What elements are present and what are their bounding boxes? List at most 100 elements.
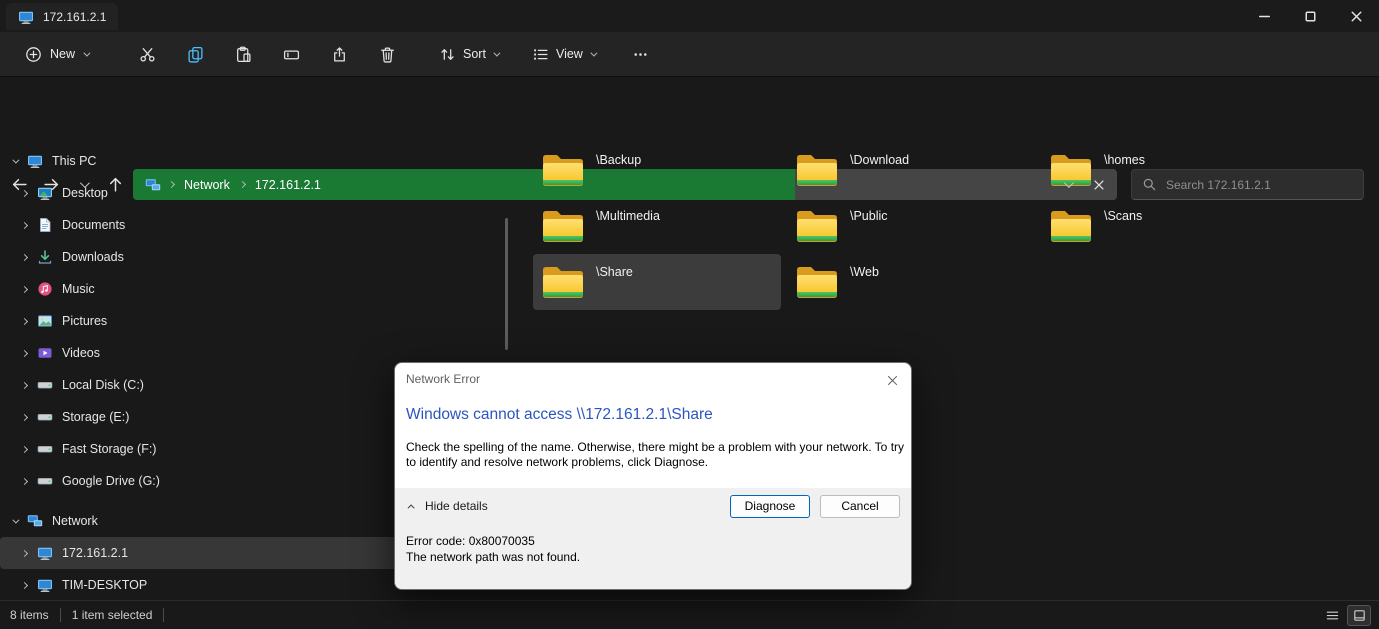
chevron-right-icon: [20, 381, 28, 389]
chevron-right-icon: [20, 189, 28, 197]
share-icon: [333, 46, 345, 62]
folder-icon: [795, 263, 839, 301]
expand-toggle[interactable]: [17, 477, 31, 485]
folder-tile-public[interactable]: \Public: [787, 198, 1035, 254]
chevron-down-icon: [1063, 178, 1074, 189]
sidebar-scrollbar[interactable]: [505, 218, 508, 350]
dialog-footer: Hide details Diagnose Cancel: [395, 488, 911, 524]
expand-toggle[interactable]: [17, 285, 31, 293]
close-icon: [887, 375, 897, 385]
view-icon: [534, 48, 548, 60]
computer-icon: [18, 9, 34, 25]
large-icons-view-button[interactable]: [1347, 605, 1371, 626]
expand-toggle[interactable]: [17, 581, 31, 589]
breadcrumb-network[interactable]: Network: [182, 176, 232, 194]
folder-icon: [541, 263, 585, 301]
details-view-icon: [1326, 611, 1338, 620]
computer-icon: [37, 577, 53, 593]
rename-button[interactable]: [271, 38, 311, 70]
minimize-icon: [1258, 15, 1270, 17]
status-bar: 8 items 1 item selected: [0, 600, 1379, 629]
status-divider: [59, 608, 61, 622]
folder-tile-share[interactable]: \Share: [533, 254, 781, 310]
error-code-text: Error code: 0x80070035: [406, 534, 535, 548]
chevron-right-icon: [20, 285, 28, 293]
document-icon: [37, 217, 53, 233]
chevron-right-icon: [20, 413, 28, 421]
cut-button[interactable]: [127, 38, 167, 70]
folder-icon: [541, 207, 585, 245]
stop-x-icon: [1094, 179, 1104, 190]
expand-toggle[interactable]: [17, 349, 31, 357]
copy-icon: [188, 46, 203, 63]
sidebar-item-music[interactable]: Music: [0, 273, 507, 305]
sidebar-item-downloads[interactable]: Downloads: [0, 241, 507, 273]
expand-toggle[interactable]: [17, 413, 31, 421]
folder-tile-web[interactable]: \Web: [787, 254, 1035, 310]
dialog-buttons: Diagnose Cancel: [730, 494, 900, 518]
chevron-right-icon: [20, 581, 28, 589]
chevron-right-icon: [20, 317, 28, 325]
close-icon: [1351, 11, 1361, 21]
delete-button[interactable]: [367, 38, 407, 70]
sort-icon: [441, 48, 454, 60]
sidebar-item-pictures[interactable]: Pictures: [0, 305, 507, 337]
more-options-button[interactable]: [621, 38, 661, 70]
share-button[interactable]: [319, 38, 359, 70]
cut-icon: [140, 47, 155, 62]
address-dropdown-button[interactable]: [1051, 171, 1083, 198]
expand-toggle[interactable]: [7, 156, 21, 164]
pictures-icon: [37, 313, 53, 329]
expand-toggle[interactable]: [17, 189, 31, 197]
cancel-button[interactable]: Cancel: [820, 494, 900, 518]
expand-toggle[interactable]: [17, 549, 31, 557]
folder-tile-scans[interactable]: \Scans: [1041, 198, 1289, 254]
item-count: 8 items: [10, 608, 49, 622]
expand-toggle[interactable]: [17, 381, 31, 389]
file-list: \Backup \Download \homes \Multimedia \Pu…: [533, 142, 1289, 310]
maximize-button[interactable]: [1287, 0, 1333, 32]
explorer-tab[interactable]: 172.161.2.1: [6, 3, 119, 30]
expand-toggle[interactable]: [17, 253, 31, 261]
command-bar: New Sort View: [0, 32, 1379, 77]
chevron-down-icon: [83, 49, 91, 57]
view-toggles: [1320, 601, 1371, 629]
error-message-text: The network path was not found.: [406, 549, 581, 564]
paste-button[interactable]: [223, 38, 263, 70]
view-button[interactable]: View: [522, 39, 605, 70]
chevron-down-icon: [590, 49, 598, 57]
minimize-button[interactable]: [1241, 0, 1287, 32]
chevron-right-icon: [20, 221, 28, 229]
expand-toggle[interactable]: [17, 317, 31, 325]
new-button[interactable]: New: [14, 39, 99, 70]
sort-button[interactable]: Sort: [429, 39, 508, 70]
maximize-icon: [1305, 11, 1315, 21]
breadcrumb: Network 172.161.2.1: [133, 169, 1117, 200]
titlebar: 172.161.2.1: [0, 0, 1379, 32]
large-icons-view-icon: [1353, 610, 1365, 621]
diagnose-button[interactable]: Diagnose: [730, 494, 810, 518]
address-bar[interactable]: Network 172.161.2.1: [133, 169, 1117, 200]
chevron-up-icon: [407, 503, 415, 511]
stop-refresh-button[interactable]: [1083, 171, 1115, 198]
network-error-dialog: Network Error Windows cannot access \\17…: [394, 362, 912, 590]
dialog-body-text: Check the spelling of the name. Otherwis…: [406, 440, 905, 469]
breadcrumb-host[interactable]: 172.161.2.1: [253, 176, 323, 194]
expand-toggle[interactable]: [7, 516, 21, 524]
folder-tile-multimedia[interactable]: \Multimedia: [533, 198, 781, 254]
expand-toggle[interactable]: [17, 221, 31, 229]
copy-button[interactable]: [175, 38, 215, 70]
close-button[interactable]: [1333, 0, 1379, 32]
sidebar-item-documents[interactable]: Documents: [0, 209, 507, 241]
chevron-right-icon: [238, 180, 246, 189]
hide-details-toggle[interactable]: Hide details: [406, 496, 492, 516]
window-controls: [1241, 0, 1379, 32]
chevron-right-icon: [20, 445, 28, 453]
dialog-close-button[interactable]: [882, 370, 902, 390]
details-view-button[interactable]: [1320, 605, 1344, 626]
expand-toggle[interactable]: [17, 445, 31, 453]
paste-icon: [236, 46, 251, 62]
chevron-right-icon: [20, 349, 28, 357]
navigation-bar: Network 172.161.2.1: [0, 77, 1379, 200]
chevron-right-icon: [20, 549, 28, 557]
